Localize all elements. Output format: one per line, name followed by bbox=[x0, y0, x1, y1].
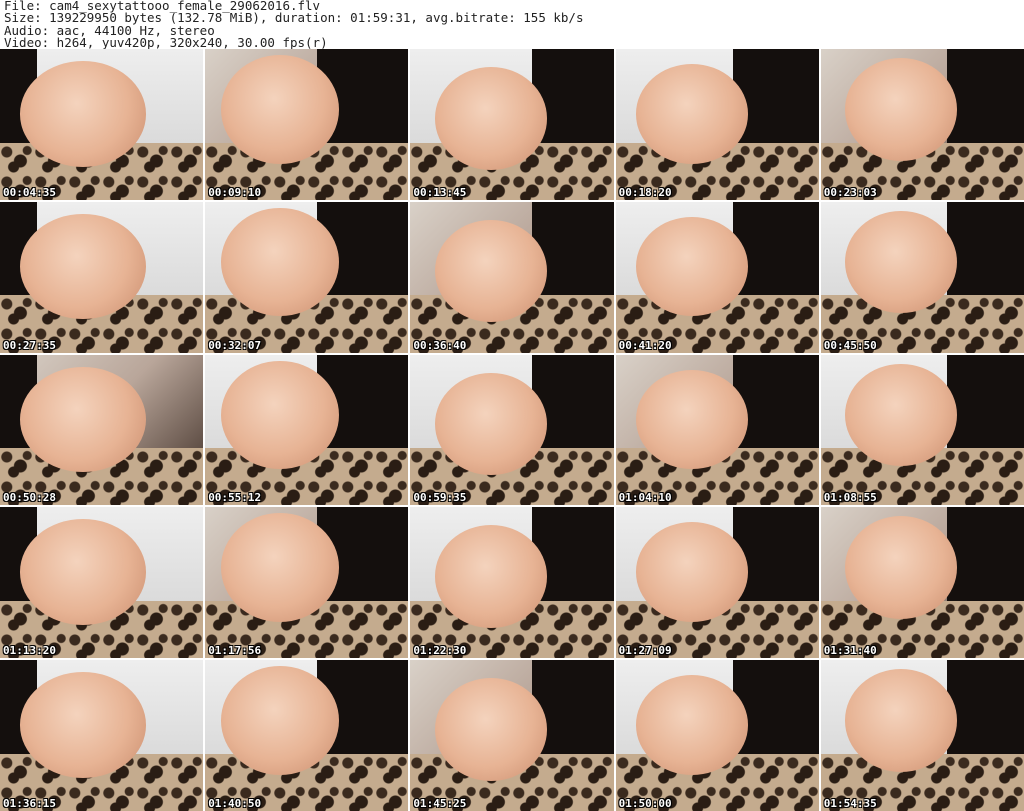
video-thumbnail: 01:45:25 bbox=[410, 660, 614, 811]
face-region bbox=[20, 672, 147, 778]
video-thumbnail: 00:50:28 bbox=[0, 354, 204, 506]
face-region bbox=[635, 369, 748, 470]
file-info-header: File: cam4_sexytattooo_female_29062016.f… bbox=[4, 0, 583, 50]
face-region bbox=[635, 64, 748, 164]
thumbnail-timestamp: 00:55:12 bbox=[208, 491, 262, 505]
thumbnail-timestamp: 01:22:30 bbox=[413, 644, 467, 658]
video-thumbnail: 00:59:35 bbox=[410, 354, 614, 506]
thumbnail-timestamp: 00:27:35 bbox=[3, 338, 56, 352]
face-region bbox=[20, 213, 147, 320]
face-region bbox=[845, 363, 957, 467]
video-thumbnail: 00:09:10 bbox=[205, 49, 409, 200]
video-thumbnail: 00:55:12 bbox=[205, 354, 409, 506]
face-region bbox=[221, 666, 340, 775]
video-thumbnail: 00:27:35 bbox=[0, 201, 204, 353]
thumbnail-timestamp: 01:04:10 bbox=[618, 491, 672, 505]
thumbnail-timestamp: 01:40:50 bbox=[208, 797, 262, 810]
face-region bbox=[845, 210, 957, 314]
face-region bbox=[20, 61, 147, 167]
face-region bbox=[221, 207, 340, 317]
video-thumbnail: 01:04:10 bbox=[615, 354, 819, 506]
video-thumbnail: 01:27:09 bbox=[615, 507, 819, 659]
video-thumbnail: 01:17:56 bbox=[205, 507, 409, 659]
face-region bbox=[221, 55, 340, 164]
video-thumbnail: 01:50:00 bbox=[615, 660, 819, 811]
video-thumbnail: 00:41:20 bbox=[615, 201, 819, 353]
face-region bbox=[635, 216, 748, 317]
thumbnail-timestamp: 00:32:07 bbox=[208, 338, 262, 352]
video-thumbnail: 00:36:40 bbox=[410, 201, 614, 353]
face-region bbox=[434, 678, 547, 781]
face-region bbox=[434, 67, 547, 170]
thumbnail-timestamp: 00:45:50 bbox=[823, 338, 877, 352]
face-region bbox=[635, 675, 748, 775]
face-region bbox=[221, 513, 340, 622]
video-thumbnail: 01:13:20 bbox=[0, 507, 204, 659]
video-thumbnail: 00:23:03 bbox=[820, 49, 1024, 200]
video-thumbnail: 00:04:35 bbox=[0, 49, 204, 200]
thumbnail-timestamp: 01:27:09 bbox=[618, 644, 672, 658]
thumbnail-timestamp: 01:54:35 bbox=[823, 797, 877, 810]
thumbnail-timestamp: 00:18:20 bbox=[618, 185, 672, 199]
face-region bbox=[20, 519, 147, 625]
thumbnail-timestamp: 01:31:40 bbox=[823, 644, 877, 658]
thumbnail-timestamp: 00:41:20 bbox=[618, 338, 672, 352]
video-thumbnail: 01:54:35 bbox=[820, 660, 1024, 811]
video-info-line: Video: h264, yuv420p, 320x240, 30.00 fps… bbox=[4, 35, 328, 51]
face-region bbox=[221, 360, 340, 470]
video-thumbnail: 01:36:15 bbox=[0, 660, 204, 811]
thumbnail-timestamp: 00:36:40 bbox=[413, 338, 467, 352]
thumbnail-timestamp: 01:08:55 bbox=[823, 491, 877, 505]
thumbnail-timestamp: 00:23:03 bbox=[823, 185, 877, 199]
thumbnail-timestamp: 00:59:35 bbox=[413, 491, 467, 505]
video-thumbnail: 01:08:55 bbox=[820, 354, 1024, 506]
face-region bbox=[845, 516, 957, 619]
thumbnail-timestamp: 01:13:20 bbox=[3, 644, 56, 658]
thumbnail-timestamp: 01:50:00 bbox=[618, 797, 672, 810]
thumbnail-timestamp: 00:04:35 bbox=[3, 185, 56, 199]
video-thumbnail: 01:31:40 bbox=[820, 507, 1024, 659]
video-thumbnail: 01:22:30 bbox=[410, 507, 614, 659]
video-thumbnail: 01:40:50 bbox=[205, 660, 409, 811]
thumbnail-timestamp: 00:50:28 bbox=[3, 491, 56, 505]
face-region bbox=[635, 522, 748, 622]
face-region bbox=[845, 669, 957, 772]
thumbnail-timestamp: 00:13:45 bbox=[413, 185, 467, 199]
face-region bbox=[434, 219, 547, 323]
video-thumbnail: 00:32:07 bbox=[205, 201, 409, 353]
video-thumbnail: 00:45:50 bbox=[820, 201, 1024, 353]
face-region bbox=[434, 372, 547, 476]
video-thumbnail: 00:13:45 bbox=[410, 49, 614, 200]
thumbnail-timestamp: 00:09:10 bbox=[208, 185, 262, 199]
face-region bbox=[845, 58, 957, 161]
thumbnail-timestamp: 01:45:25 bbox=[413, 797, 467, 810]
thumbnail-timestamp: 01:36:15 bbox=[3, 797, 56, 810]
thumbnail-grid: 00:04:35 00:09:10 00:13:45 00:18:20 00:23:03… bbox=[0, 49, 1024, 811]
face-region bbox=[20, 366, 147, 473]
face-region bbox=[434, 525, 547, 629]
thumbnail-timestamp: 01:17:56 bbox=[208, 644, 262, 658]
video-thumbnail: 00:18:20 bbox=[615, 49, 819, 200]
